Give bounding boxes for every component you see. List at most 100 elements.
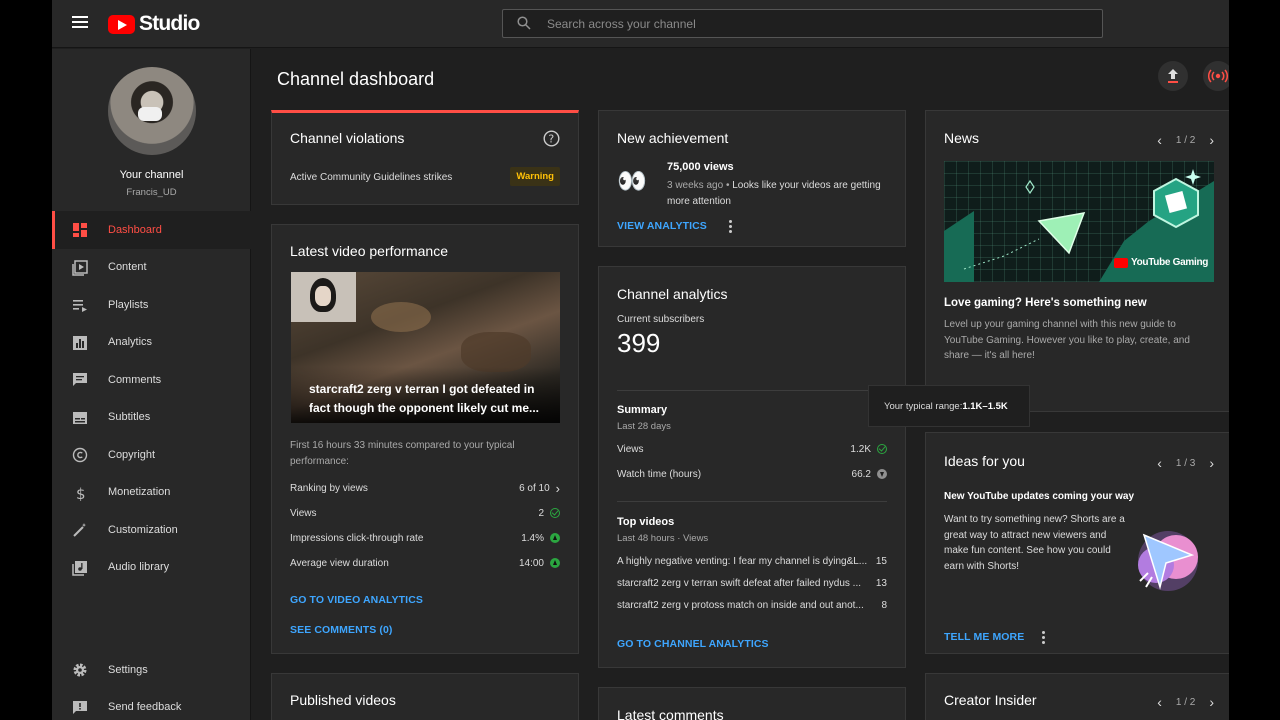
row-value: 66.2 [851, 468, 871, 480]
latest-video-card: Latest video performance starcraft2 zerg… [271, 224, 579, 654]
published-videos-card: Published videos [271, 673, 579, 720]
studio-logo[interactable]: Studio [108, 12, 200, 36]
achievement-time: 3 weeks ago [667, 180, 724, 191]
sidebar-item-analytics[interactable]: Analytics [52, 324, 251, 362]
shorts-illustration [1138, 531, 1198, 591]
chevron-right-icon[interactable]: › [1209, 132, 1214, 148]
card-title: Channel violations [290, 130, 405, 146]
sidebar-bottom-nav: Settings Send feedback [52, 651, 251, 720]
sidebar-item-label: Content [108, 261, 147, 274]
card-title: Published videos [290, 692, 396, 708]
sidebar-item-label: Subtitles [108, 411, 151, 424]
upload-icon [1168, 69, 1178, 83]
sidebar-item-comments[interactable]: Comments [52, 361, 251, 399]
sidebar-nav: Dashboard Content Playlists Analytics Co… [52, 211, 251, 586]
new-achievement-card: New achievement 👀 75,000 views 3 weeks a… [598, 110, 906, 247]
upload-button[interactable] [1158, 61, 1188, 91]
channel-avatar[interactable] [108, 67, 196, 155]
sidebar-item-subtitles[interactable]: Subtitles [52, 399, 251, 437]
avd-row: Average view duration 14:00 [290, 556, 560, 570]
creator-insider-pager: ‹ 1 / 2 › [1157, 694, 1214, 710]
channel-analytics-link[interactable]: GO TO CHANNEL ANALYTICS [617, 638, 769, 650]
sidebar-item-content[interactable]: Content [52, 249, 251, 287]
latest-comments-card: Latest comments [598, 687, 906, 720]
gear-icon [73, 663, 87, 677]
sidebar-item-dashboard[interactable]: Dashboard [52, 211, 251, 249]
webcam-overlay [291, 272, 356, 322]
card-title: Channel analytics [617, 286, 728, 302]
more-options-icon[interactable] [1042, 631, 1046, 645]
sidebar-item-label: Audio library [108, 561, 170, 574]
subscribers-count: 399 [617, 328, 661, 358]
summary-watch-time-row: Watch time (hours) 66.2 [617, 467, 887, 481]
sidebar-item-label: Playlists [108, 298, 149, 311]
view-analytics-link[interactable]: VIEW ANALYTICS [617, 220, 707, 232]
more-options-icon[interactable] [729, 220, 733, 234]
sidebar-item-send-feedback[interactable]: Send feedback [52, 689, 251, 720]
search-box[interactable] [502, 9, 1103, 38]
wand-icon [73, 523, 86, 537]
row-value: 1.4% [521, 532, 544, 544]
channel-analytics-card: Channel analytics Current subscribers 39… [598, 266, 906, 668]
check-circle-icon [550, 508, 560, 518]
row-label: Views [617, 443, 644, 455]
news-banner[interactable]: YouTube Gaming [944, 161, 1214, 282]
typical-range-tooltip: Your typical range:1.1K–1.5K [868, 385, 1030, 427]
see-comments-link[interactable]: SEE COMMENTS (0) [290, 624, 393, 636]
row-value: 6 of 10 [519, 482, 550, 494]
dashboard-icon [73, 223, 87, 237]
sidebar-item-copyright[interactable]: Copyright [52, 436, 251, 474]
top-video-row[interactable]: A highly negative venting: I fear my cha… [617, 554, 887, 568]
achievement-desc-line2: more attention [667, 196, 731, 207]
menu-icon[interactable] [72, 16, 88, 28]
video-analytics-link[interactable]: GO TO VIDEO ANALYTICS [290, 594, 423, 606]
chevron-right-icon[interactable]: › [1209, 455, 1214, 471]
go-live-button[interactable] [1203, 61, 1229, 91]
ctr-row: Impressions click-through rate 1.4% [290, 531, 560, 545]
feedback-icon [73, 700, 87, 714]
card-title: New achievement [617, 130, 729, 146]
news-headline: Love gaming? Here's something new [944, 297, 1147, 309]
row-value: 13 [875, 577, 887, 589]
banner-brand: YouTube Gaming [1131, 257, 1209, 268]
video-thumbnail[interactable]: starcraft2 zerg v terran I got defeated … [291, 272, 560, 423]
channel-violations-card: Channel violations ? Active Community Gu… [271, 110, 579, 205]
card-title: Latest comments [617, 707, 724, 720]
sidebar-item-audio-library[interactable]: Audio library [52, 549, 251, 587]
tooltip-label: Your typical range: [884, 401, 963, 412]
sidebar-item-monetization[interactable]: $ Monetization [52, 474, 251, 512]
logo-text: Studio [139, 12, 200, 35]
chevron-right-icon[interactable]: › [1209, 694, 1214, 710]
sidebar-item-customization[interactable]: Customization [52, 511, 251, 549]
chevron-left-icon[interactable]: ‹ [1157, 132, 1162, 148]
search-input[interactable] [547, 10, 1087, 37]
summary-title: Summary [617, 404, 668, 416]
sidebar-item-label: Customization [108, 523, 178, 536]
chevron-left-icon[interactable]: ‹ [1157, 694, 1162, 710]
news-pager: ‹ 1 / 2 › [1157, 132, 1214, 148]
top-video-row[interactable]: starcraft2 zerg v terran swift defeat af… [617, 576, 887, 590]
playlists-icon [73, 300, 87, 312]
check-circle-icon [877, 444, 887, 454]
row-label: starcraft2 zerg v protoss match on insid… [617, 599, 864, 611]
sidebar-item-playlists[interactable]: Playlists [52, 286, 251, 324]
chevron-left-icon[interactable]: ‹ [1157, 455, 1162, 471]
achievement-desc: 3 weeks ago • Looks like your videos are… [667, 178, 892, 210]
chevron-right-icon: › [555, 480, 560, 496]
creator-insider-card: Creator Insider ‹ 1 / 2 › [925, 673, 1229, 720]
row-value: 14:00 [518, 557, 544, 569]
top-video-row[interactable]: starcraft2 zerg v protoss match on insid… [617, 598, 887, 612]
row-label: starcraft2 zerg v terran swift defeat af… [617, 577, 861, 589]
card-title: Ideas for you [944, 453, 1025, 469]
live-icon [1208, 69, 1228, 83]
tell-me-more-link[interactable]: TELL ME MORE [944, 631, 1024, 643]
channel-title: Your channel [119, 169, 184, 181]
help-icon[interactable]: ? [543, 130, 560, 147]
eyes-emoji: 👀 [617, 168, 647, 195]
ranking-row[interactable]: Ranking by views 6 of 10 › [290, 480, 560, 496]
sidebar-item-settings[interactable]: Settings [52, 651, 251, 689]
row-label: Ranking by views [290, 482, 368, 494]
news-body: Level up your gaming channel with this n… [944, 319, 1190, 361]
sidebar-item-label: Send feedback [108, 701, 182, 714]
divider [617, 501, 887, 502]
